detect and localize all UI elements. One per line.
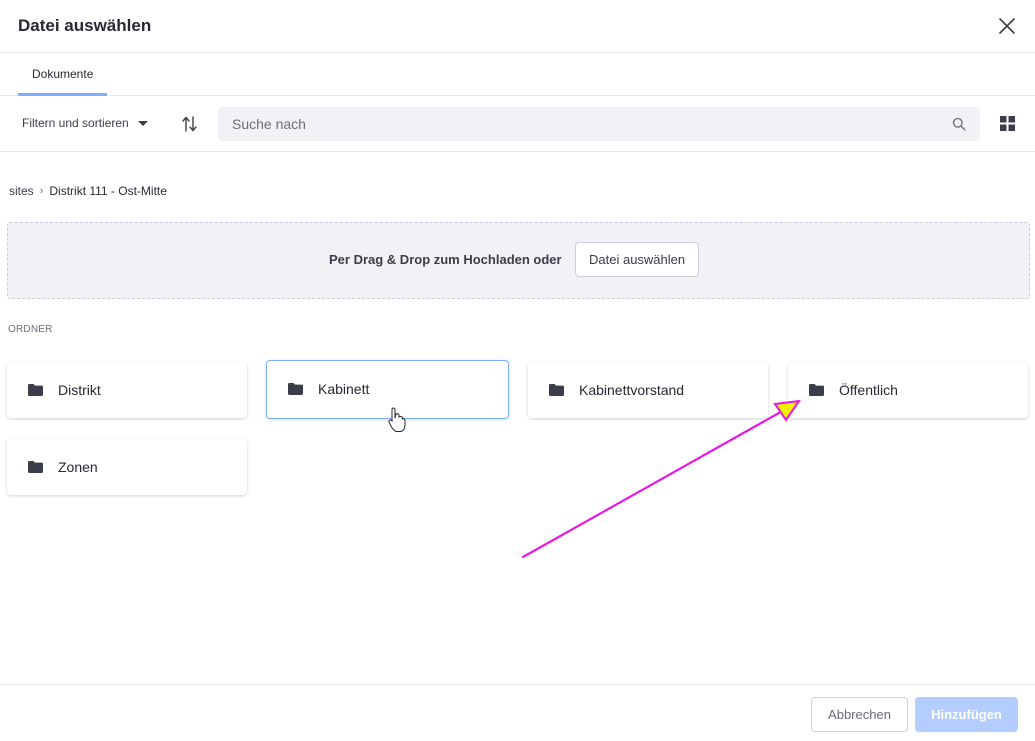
chevron-right-icon: › [39,185,44,197]
dialog-footer: Abbrechen Hinzufügen [0,684,1035,741]
folder-icon [288,383,303,395]
breadcrumb-item-sites[interactable]: sites [9,184,34,198]
breadcrumb: sites › Distrikt 111 - Ost-Mitte [9,184,167,198]
toolbar: Filtern und sortieren [0,97,1035,152]
annotation-arrow [521,407,788,559]
folder-icon [28,384,43,396]
folder-name: Zonen [58,459,98,475]
folder-name: Kabinett [318,381,370,397]
folders-section-label: ORDNER [8,324,53,335]
folder-card-kabinettvorstand[interactable]: Kabinettvorstand [528,362,768,418]
dropzone-text: Per Drag & Drop zum Hochladen oder [329,252,562,267]
filter-sort-label: Filtern und sortieren [22,116,129,130]
tab-dokumente[interactable]: Dokumente [18,53,108,96]
folder-card-kabinett[interactable]: Kabinett [266,360,509,419]
folder-name: Kabinettvorstand [579,382,685,398]
sort-arrows-icon [182,116,197,132]
folder-icon [549,384,564,396]
folder-name: Distrikt [58,382,101,398]
folder-card-oeffentlich[interactable]: Öffentlich [788,362,1028,418]
folder-icon [809,384,824,396]
tab-bar: Dokumente [0,53,1035,96]
add-button[interactable]: Hinzufügen [915,697,1018,732]
file-picker-dialog: Datei auswählen Dokumente Filtern und so… [0,0,1035,741]
select-file-button[interactable]: Datei auswählen [575,242,700,277]
close-icon [999,18,1015,34]
dialog-title: Datei auswählen [18,16,152,35]
dialog-header: Datei auswählen [0,0,1035,53]
folder-card-zonen[interactable]: Zonen [7,439,247,495]
folder-icon [28,461,43,473]
close-button[interactable] [996,15,1018,37]
folder-name: Öffentlich [839,382,898,398]
cancel-button[interactable]: Abbrechen [811,697,908,732]
grid-view-button[interactable] [1000,116,1015,131]
grid-view-icon [1000,116,1015,131]
filter-sort-dropdown[interactable]: Filtern und sortieren [22,116,148,130]
search-box [218,107,980,141]
sort-order-button[interactable] [180,115,200,133]
breadcrumb-item-current: Distrikt 111 - Ost-Mitte [49,184,167,198]
search-icon[interactable] [952,117,966,131]
caret-down-icon [137,120,148,126]
upload-dropzone[interactable]: Per Drag & Drop zum Hochladen oder Datei… [7,222,1030,299]
folder-card-distrikt[interactable]: Distrikt [7,362,247,418]
search-input[interactable] [218,107,948,141]
